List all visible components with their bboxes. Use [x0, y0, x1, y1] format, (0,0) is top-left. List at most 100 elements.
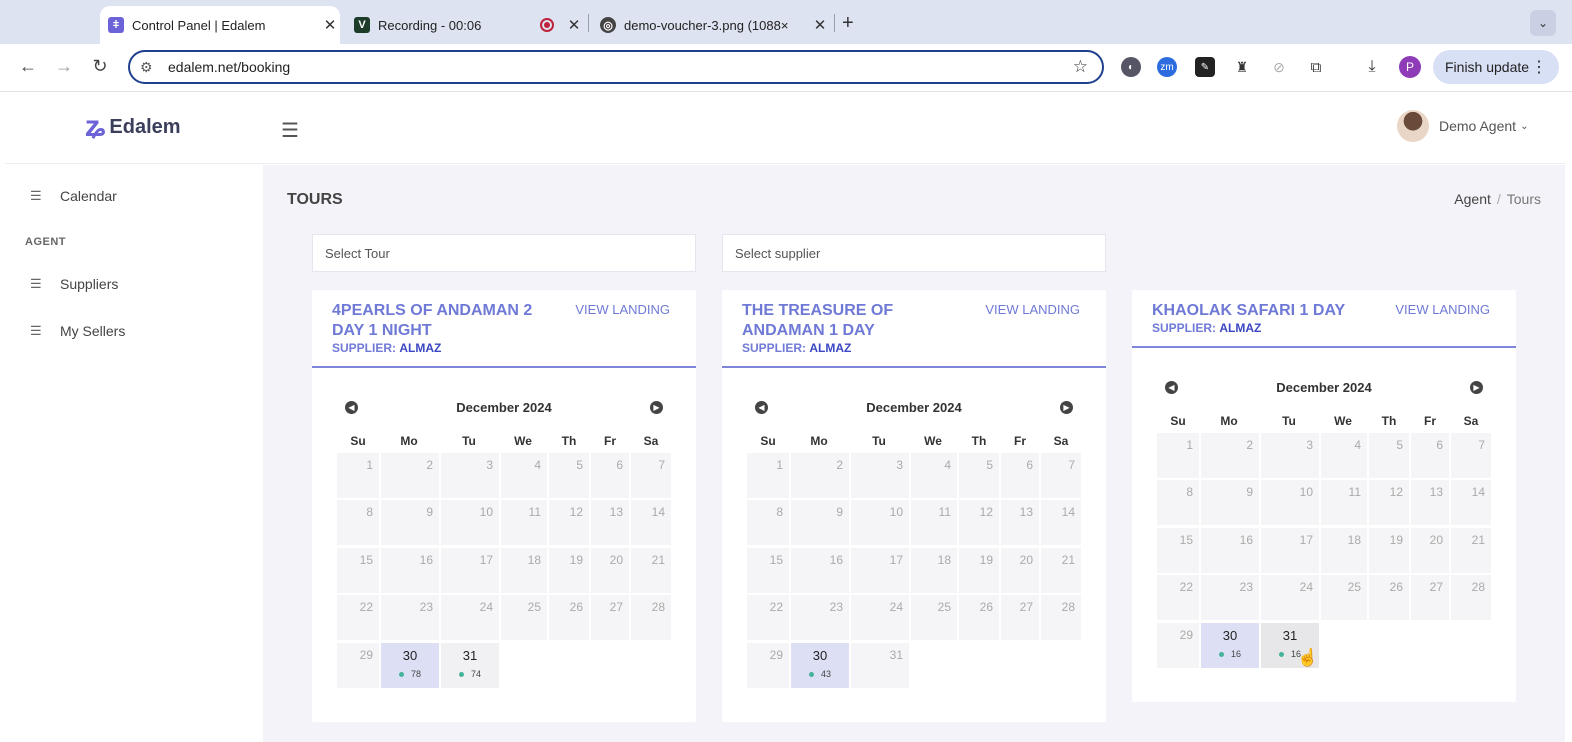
next-month-icon[interactable]: ▶: [1060, 401, 1073, 414]
profile-avatar[interactable]: P: [1399, 56, 1421, 78]
recording-icon: [540, 18, 554, 32]
back-icon[interactable]: ←: [16, 56, 40, 77]
available-day[interactable]: 30 78: [381, 643, 439, 688]
sidebar-item-calendar[interactable]: ☰ Calendar: [30, 188, 117, 204]
page-title: TOURS: [287, 191, 343, 208]
day-number: 20: [1019, 553, 1033, 567]
calendar-day: 5: [549, 453, 589, 498]
select-tour-dropdown[interactable]: Select Tour: [312, 234, 696, 272]
day-number: 12: [979, 505, 993, 519]
bookmark-star-icon[interactable]: ☆: [1073, 57, 1088, 77]
day-number: 18: [527, 553, 541, 567]
browser-toolbar: ← → ↻ ⚙ ☆ ◐ zm ✎ ♜ ⊘ ⧉ ⤓ P Finish update…: [0, 44, 1572, 92]
finish-update-button[interactable]: Finish update ⋮: [1433, 50, 1559, 84]
tab-search-icon[interactable]: ⌄: [1530, 10, 1556, 36]
draw-extension-icon[interactable]: ✎: [1195, 57, 1215, 77]
sidebar-item-suppliers[interactable]: ☰ Suppliers: [30, 276, 118, 292]
sidebar-item-my-sellers[interactable]: ☰ My Sellers: [30, 323, 125, 339]
calendar-day: 28: [1451, 575, 1491, 620]
edalem-favicon-icon: ǂ: [108, 17, 124, 33]
tour-name[interactable]: 4PEARLS OF ANDAMAN 2 DAY 1 NIGHT: [332, 301, 562, 341]
calendar-day: 16: [1201, 528, 1259, 573]
menu-toggle-icon[interactable]: ☰: [281, 118, 299, 143]
available-day[interactable]: 30 16: [1201, 623, 1259, 668]
calendar-day: 2: [791, 453, 849, 498]
calendar-day: 1: [1157, 433, 1199, 478]
new-tab-icon[interactable]: +: [842, 12, 854, 35]
app-header: ʑ Edalem ☰ Demo Agent ⌄: [5, 92, 1565, 164]
tour-name[interactable]: KHAOLAK SAFARI 1 DAY: [1152, 301, 1412, 321]
calendar-day: 24: [1261, 575, 1319, 620]
calendar-day: 20: [591, 548, 629, 593]
tour-name[interactable]: THE TREASURE OF ANDAMAN 1 DAY: [742, 301, 972, 341]
calendar-day: 11: [911, 500, 957, 545]
day-number: 7: [1478, 438, 1485, 452]
calendar-day: 31: [851, 643, 909, 688]
available-day[interactable]: 30 43: [791, 643, 849, 688]
calendar-day: 22: [337, 595, 379, 640]
close-tab-icon[interactable]: ✕: [564, 16, 584, 34]
view-landing-link[interactable]: VIEW LANDING: [1395, 302, 1490, 317]
calendar-day: 2: [1201, 433, 1259, 478]
browser-menu-icon[interactable]: ⋮: [1531, 57, 1547, 77]
day-number: 10: [889, 505, 903, 519]
day-number: 18: [937, 553, 951, 567]
view-landing-link[interactable]: VIEW LANDING: [575, 302, 670, 317]
day-number: 10: [479, 505, 493, 519]
calendar-day: 8: [1157, 480, 1199, 525]
day-number: 31: [462, 648, 478, 663]
breadcrumb-agent[interactable]: Agent: [1454, 191, 1491, 207]
prev-month-icon[interactable]: ◀: [1165, 381, 1178, 394]
tab-control-panel[interactable]: ǂ Control Panel | Edalem ✕: [100, 6, 340, 44]
zoom-extension-icon[interactable]: zm: [1157, 57, 1177, 77]
calendar-day: 7: [631, 453, 671, 498]
day-number: 21: [1061, 553, 1075, 567]
weekday-label: Su: [350, 434, 366, 448]
close-tab-icon[interactable]: ✕: [320, 16, 340, 34]
view-landing-link[interactable]: VIEW LANDING: [985, 302, 1080, 317]
user-menu[interactable]: Demo Agent ⌄: [1397, 110, 1528, 142]
weekday-label: Fr: [1014, 434, 1026, 448]
next-month-icon[interactable]: ▶: [1470, 381, 1483, 394]
select-supplier-dropdown[interactable]: Select supplier: [722, 234, 1106, 272]
day-number: 28: [651, 600, 665, 614]
stamp-extension-icon[interactable]: ♜: [1232, 57, 1252, 77]
weekday-label: Tu: [1282, 414, 1296, 428]
seats-count: 16: [1201, 649, 1259, 659]
day-number: 24: [1299, 580, 1313, 594]
download-icon[interactable]: ⤓: [1362, 57, 1382, 77]
available-day[interactable]: 31 74: [441, 643, 499, 688]
calendar-day: 29: [337, 643, 379, 688]
forward-icon[interactable]: →: [52, 56, 76, 77]
site-info-icon[interactable]: ⚙: [140, 59, 160, 76]
day-number: 30: [402, 648, 418, 663]
reload-icon[interactable]: ↻: [88, 56, 112, 77]
calendar-day: 13: [1411, 480, 1449, 525]
prev-month-icon[interactable]: ◀: [345, 401, 358, 414]
day-number: 21: [651, 553, 665, 567]
extensions-puzzle-icon[interactable]: ⧉: [1306, 57, 1326, 77]
tab-demo-voucher[interactable]: ◎ demo-voucher-3.png (1088× ✕: [592, 6, 830, 44]
prev-month-icon[interactable]: ◀: [755, 401, 768, 414]
day-number: 18: [1347, 533, 1361, 547]
calendar-day: 26: [1369, 575, 1409, 620]
calendar-day: 10: [1261, 480, 1319, 525]
close-tab-icon[interactable]: ✕: [810, 16, 830, 34]
password-extension-icon[interactable]: ◐: [1121, 57, 1141, 77]
tab-recording[interactable]: V Recording - 00:06 ✕: [346, 6, 584, 44]
day-number: 25: [937, 600, 951, 614]
calendar-day: 15: [337, 548, 379, 593]
weekday-label: We: [924, 434, 942, 448]
address-bar[interactable]: ⚙ ☆: [128, 50, 1104, 84]
day-number: 17: [889, 553, 903, 567]
day-number: 5: [1396, 438, 1403, 452]
next-month-icon[interactable]: ▶: [650, 401, 663, 414]
calendar-day: 27: [1001, 595, 1039, 640]
tab-divider: [588, 14, 589, 32]
day-number: 8: [1186, 485, 1193, 499]
edalem-logo[interactable]: ʑ Edalem: [85, 112, 181, 142]
url-input[interactable]: [168, 59, 1073, 75]
compass-extension-icon[interactable]: ⊘: [1269, 57, 1289, 77]
calendar-month-label: December 2024: [456, 400, 552, 415]
day-number: 2: [426, 458, 433, 472]
